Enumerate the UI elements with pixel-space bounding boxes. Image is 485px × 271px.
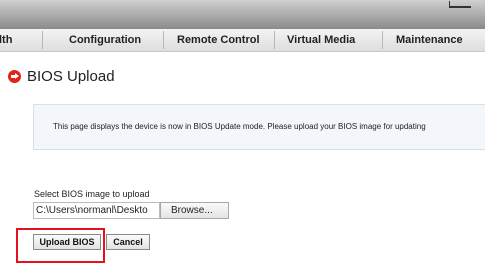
corner-mark <box>449 1 471 8</box>
nav-divider <box>163 31 164 49</box>
arrow-right-circle-icon <box>8 69 21 83</box>
info-message: This page displays the device is now in … <box>53 122 426 131</box>
info-panel: This page displays the device is now in … <box>33 104 485 150</box>
nav-divider <box>274 31 275 49</box>
top-header-strip <box>0 0 485 29</box>
cancel-button[interactable]: Cancel <box>106 234 150 250</box>
nav-item-health[interactable]: lth <box>0 29 12 51</box>
file-picker: C:\Users\normanl\Deskto Browse... <box>33 202 229 219</box>
nav-item-maintenance[interactable]: Maintenance <box>396 29 463 51</box>
browse-button[interactable]: Browse... <box>160 202 229 219</box>
main-nav-bar: lth Configuration Remote Control Virtual… <box>0 29 485 52</box>
select-bios-label: Select BIOS image to upload <box>34 189 150 199</box>
highlight-annotation <box>16 228 105 263</box>
file-path-field[interactable]: C:\Users\normanl\Deskto <box>33 202 160 219</box>
nav-divider <box>382 31 383 49</box>
page-title: BIOS Upload <box>27 67 115 85</box>
nav-item-configuration[interactable]: Configuration <box>69 29 141 51</box>
nav-item-virtual-media[interactable]: Virtual Media <box>287 29 355 51</box>
page-heading: BIOS Upload <box>8 66 115 86</box>
nav-divider <box>42 31 43 49</box>
nav-item-remote-control[interactable]: Remote Control <box>177 29 260 51</box>
